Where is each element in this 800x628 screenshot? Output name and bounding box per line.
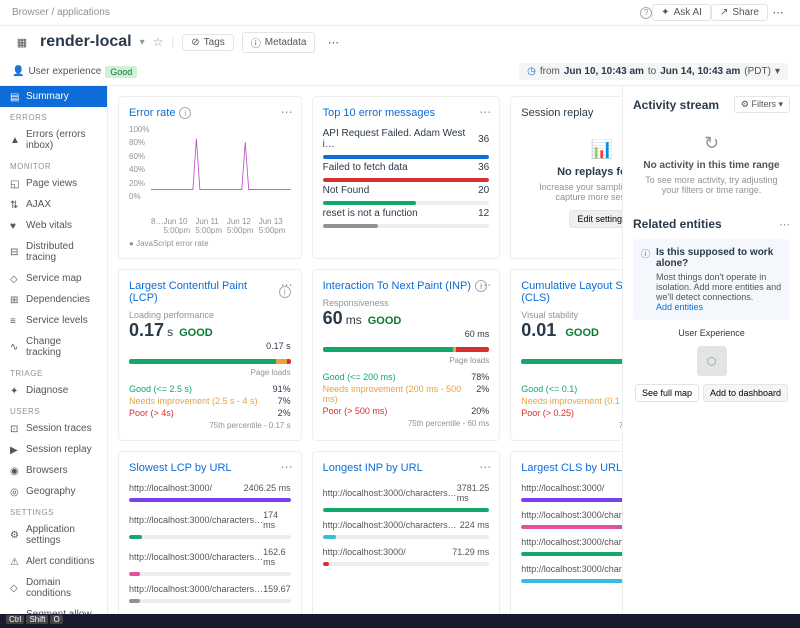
longest-inp-card: Longest INP by URL⋯ http://localhost:3000… — [312, 451, 501, 614]
url-row[interactable]: http://localhost:3000/characters…224 ms — [323, 517, 490, 533]
card-title[interactable]: Cumulative Layout Shift (CLS) i — [521, 280, 622, 304]
more-icon[interactable]: ⋯ — [281, 105, 293, 119]
sidebar-item-page-views[interactable]: ◱Page views — [0, 173, 107, 194]
sidebar-item-alert-conditions[interactable]: ⚠Alert conditions — [0, 551, 107, 572]
activity-title: Activity stream — [633, 98, 719, 112]
url-row[interactable]: http://localhost:3000/71.29 ms — [323, 544, 490, 560]
session-replay-card: Session replay ⋯ 📊 No replays found Incr… — [510, 96, 622, 259]
help-icon[interactable]: ? — [640, 7, 652, 19]
entity-hex-icon: ⬡ — [697, 346, 727, 376]
card-title[interactable]: Slowest LCP by URL — [129, 462, 291, 474]
sidebar-item-session-traces[interactable]: ⊡Session traces — [0, 418, 107, 439]
card-title[interactable]: Largest Contentful Paint (LCP) i — [129, 280, 291, 304]
card-title: Session replay — [521, 107, 622, 119]
largest-cls-card: Largest CLS by URL⋯http://localhost:3000… — [510, 451, 622, 614]
ask-ai-button[interactable]: ✦ Ask AI — [652, 4, 711, 21]
info-icon: ⓘ — [641, 247, 650, 312]
sidebar-item-session-replay[interactable]: ▶Session replay — [0, 439, 107, 460]
sidebar-item-service-levels[interactable]: ≡Service levels — [0, 310, 107, 331]
footer-shortcuts: CtrlShiftO — [0, 614, 800, 628]
url-row[interactable]: http://localhost:3000/0.0065 — [521, 480, 622, 496]
url-row[interactable]: http://localhost:3000/characters…0.006 — [521, 534, 622, 550]
url-row[interactable]: http://localhost:3000/2406.25 ms — [129, 480, 291, 496]
lcp-card: Largest Contentful Paint (LCP) i ⋯ Loadi… — [118, 269, 302, 441]
tags-button[interactable]: ⊘ Tags — [182, 34, 234, 51]
card-title[interactable]: Top 10 error messages — [323, 107, 490, 119]
refresh-icon: ↻ — [637, 133, 786, 154]
time-range-picker[interactable]: ◷ from Jun 10, 10:43 am to Jun 14, 10:43… — [519, 63, 788, 80]
right-panel: Activity stream ⚙ Filters ▾ ↻ No activit… — [622, 86, 800, 614]
error-row[interactable]: Not Found20 — [323, 182, 490, 199]
menu-icon[interactable]: ⋯ — [768, 3, 788, 23]
edit-settings-button[interactable]: Edit settings — [569, 210, 622, 228]
more-icon[interactable]: ⋯ — [281, 460, 293, 474]
sidebar-item-summary[interactable]: ▤Summary — [0, 86, 107, 107]
breadcrumb[interactable]: Browser / applications — [12, 7, 110, 18]
more-icon[interactable]: ⋯ — [779, 218, 790, 231]
clock-icon: ◷ — [527, 66, 536, 77]
card-title[interactable]: Longest INP by URL — [323, 462, 490, 474]
sidebar-item-errors[interactable]: ▲Errors (errors inbox) — [0, 124, 107, 156]
sidebar-item-browsers[interactable]: ◉Browsers — [0, 460, 107, 481]
sidebar-item-diagnose[interactable]: ✦Diagnose — [0, 380, 107, 401]
more-icon[interactable]: ⋯ — [281, 278, 293, 292]
error-row[interactable]: API Request Failed. Adam West i…36 — [323, 125, 490, 153]
sidebar: ▤Summary ERRORS ▲Errors (errors inbox) M… — [0, 86, 108, 614]
sidebar-item-service-map[interactable]: ◇Service map — [0, 268, 107, 289]
url-row[interactable]: http://localhost:3000/characters…159.67 — [129, 581, 291, 597]
error-row[interactable]: reset is not a function12 — [323, 205, 490, 222]
card-title[interactable]: Interaction To Next Paint (INP) i — [323, 280, 490, 292]
related-title: Related entities — [633, 217, 722, 231]
url-row[interactable]: http://localhost:3000/characters…162.6 m… — [129, 544, 291, 570]
ux-label: 👤 User experience Good — [12, 66, 137, 78]
cls-card: Cumulative Layout Shift (CLS) i ⋯ Visual… — [510, 269, 622, 441]
slowest-lcp-card: Slowest LCP by URL⋯ http://localhost:3000… — [118, 451, 302, 614]
status-badge: Good — [105, 66, 137, 78]
more-icon[interactable]: ⋯ — [323, 32, 343, 52]
url-row[interactable]: http://localhost:3000/characters…174 ms — [129, 507, 291, 533]
user-icon: 👤 — [12, 66, 24, 77]
error-rate-card: Error rate i ⋯ 100%80%60%40%20%0% 8…Jun … — [118, 96, 302, 259]
more-icon[interactable]: ⋯ — [479, 278, 491, 292]
chevron-down-icon[interactable]: ▾ — [140, 37, 145, 48]
chart-icon: 📊 — [527, 139, 622, 160]
sidebar-item-tracing[interactable]: ⊟Distributed tracing — [0, 236, 107, 268]
top-errors-card: Top 10 error messages ⋯ API Request Fail… — [312, 96, 501, 259]
star-icon[interactable]: ☆ — [153, 35, 164, 49]
page-title: render-local — [40, 33, 132, 51]
filters-button[interactable]: ⚙ Filters ▾ — [734, 96, 790, 113]
add-dashboard-button[interactable]: Add to dashboard — [703, 384, 788, 402]
sidebar-item-change-tracking[interactable]: ∿Change tracking — [0, 331, 107, 363]
sidebar-item-domain-conditions[interactable]: ◇Domain conditions — [0, 572, 107, 604]
inp-card: Interaction To Next Paint (INP) i ⋯ Resp… — [312, 269, 501, 441]
sidebar-item-geography[interactable]: ◎Geography — [0, 481, 107, 502]
sidebar-item-segment-allow[interactable]: ☰Segment allow list — [0, 604, 107, 614]
share-button[interactable]: ↗ Share — [711, 4, 768, 21]
error-row[interactable]: Failed to fetch data36 — [323, 159, 490, 176]
info-icon[interactable]: i — [179, 107, 191, 119]
chevron-down-icon: ▾ — [775, 66, 780, 77]
more-icon[interactable]: ⋯ — [479, 460, 491, 474]
more-icon[interactable]: ⋯ — [479, 105, 491, 119]
url-row[interactable]: http://localhost:3000/characters…0.0065 — [521, 507, 622, 523]
see-map-button[interactable]: See full map — [635, 384, 699, 402]
url-row[interactable]: http://localhost:3000/characters…0.0043 — [521, 561, 622, 577]
url-row[interactable]: http://localhost:3000/characters…3781.25… — [323, 480, 490, 506]
browser-icon: ▦ — [12, 32, 32, 52]
metadata-button[interactable]: ⓘ Metadata — [242, 32, 316, 53]
related-info: ⓘ Is this supposed to work alone? Most t… — [633, 239, 790, 320]
add-entities-link[interactable]: Add entities — [656, 302, 782, 312]
sidebar-item-web-vitals[interactable]: ♥Web vitals — [0, 215, 107, 236]
card-title[interactable]: Largest CLS by URL — [521, 462, 622, 474]
sidebar-item-ajax[interactable]: ⇅AJAX — [0, 194, 107, 215]
card-title[interactable]: Error rate i — [129, 107, 291, 119]
sidebar-item-app-settings[interactable]: ⚙Application settings — [0, 519, 107, 551]
sidebar-item-dependencies[interactable]: ⊞Dependencies — [0, 289, 107, 310]
